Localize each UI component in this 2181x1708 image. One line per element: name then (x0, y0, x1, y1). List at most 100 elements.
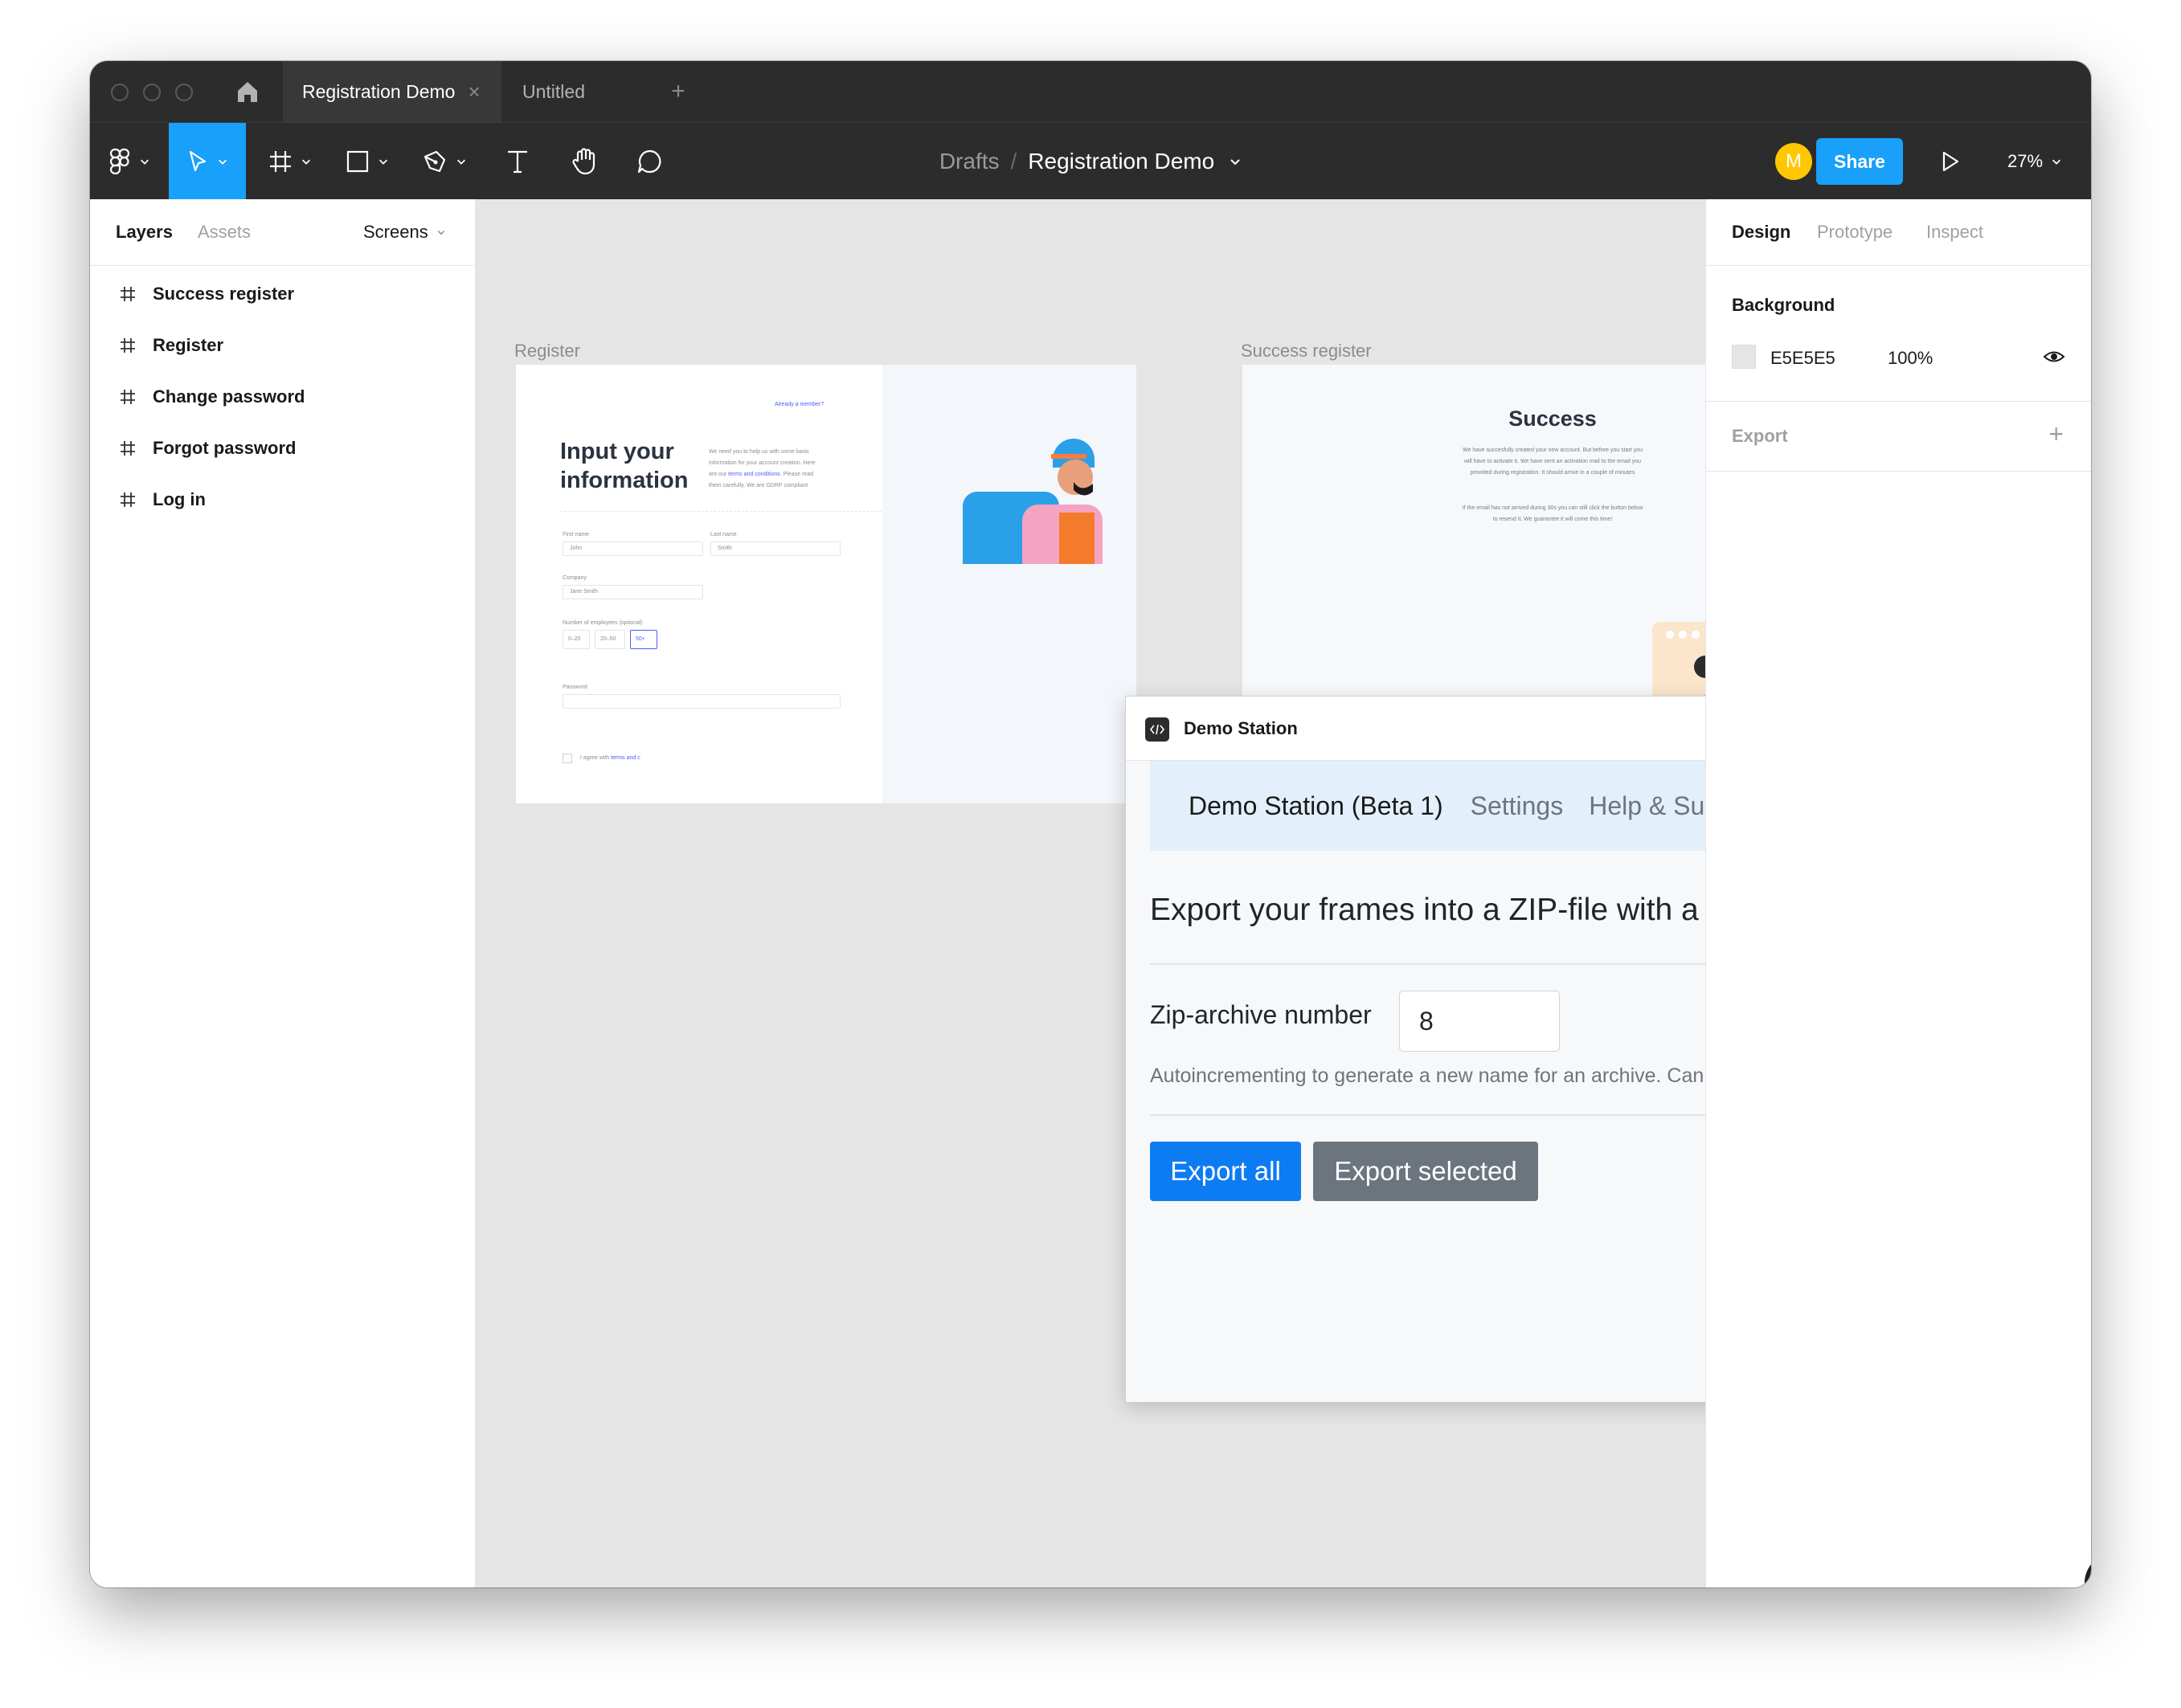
register-description: We need you to help us with some basic i… (709, 447, 816, 492)
employee-option: 0–20 (563, 630, 590, 649)
field-label: Password (563, 684, 587, 690)
frame-icon (270, 151, 291, 172)
layers-panel: Layers Assets Screens Success register R… (90, 199, 476, 1587)
layer-label: Forgot password (153, 438, 297, 458)
company-input: Jane Smith (563, 585, 703, 599)
add-export-button[interactable]: + (2048, 419, 2064, 449)
tab-prototype[interactable]: Prototype (1817, 222, 1893, 243)
tab-assets[interactable]: Assets (198, 222, 251, 243)
code-icon (1145, 717, 1169, 742)
rectangle-icon (346, 150, 369, 173)
zoom-dropdown[interactable]: 27% (1987, 123, 2083, 200)
present-button[interactable] (1922, 123, 1978, 200)
add-tab-button[interactable]: + (646, 61, 710, 122)
plugin-nav: Demo Station (Beta 1) Settings Help & Su… (1150, 761, 1705, 851)
window-minimize-control[interactable] (143, 84, 161, 101)
frame-label-register[interactable]: Register (514, 341, 580, 362)
employee-option: 20–50 (595, 630, 625, 649)
home-icon[interactable] (235, 79, 260, 104)
file-name[interactable]: Registration Demo (1028, 149, 1214, 174)
field-label: Number of employees (optional) (563, 620, 643, 626)
app-window: Registration Demo × Untitled + Drafts / … (90, 61, 2091, 1587)
tab-design[interactable]: Design (1732, 222, 1790, 243)
share-button[interactable]: Share (1816, 138, 1903, 185)
success-line: will have to activate it. We have sent a… (1463, 459, 1642, 464)
hand-tool-button[interactable] (553, 123, 617, 200)
chevron-down-icon (437, 230, 444, 235)
frame-label-success[interactable]: Success register (1241, 341, 1372, 362)
employee-option: 50+ (630, 630, 657, 649)
background-section: Background E5E5E5 100% (1706, 266, 2091, 402)
frame-tool-button[interactable] (254, 123, 326, 200)
layer-label: Log in (153, 489, 206, 509)
layer-forgot-password[interactable]: Forgot password (90, 423, 296, 474)
main-menu-button[interactable] (90, 123, 169, 200)
chevron-down-icon[interactable] (1229, 155, 1242, 168)
pages-dropdown-label: Screens (363, 222, 428, 242)
export-label: Export (1732, 426, 1788, 446)
desc-text: are our (709, 472, 727, 477)
export-section: Export + (1706, 402, 2091, 472)
shape-tool-button[interactable] (331, 123, 403, 200)
frame-icon (121, 441, 135, 456)
desc-line: them carefully. We are GDRP compliant (709, 483, 808, 488)
tab-untitled[interactable]: Untitled (501, 61, 646, 122)
layer-log-in[interactable]: Log in (90, 474, 206, 525)
properties-panel: Design Prototype Inspect Background E5E5… (1705, 199, 2091, 1587)
play-icon (1942, 151, 1959, 172)
optional-label: (optional) (619, 620, 643, 626)
tab-inspect[interactable]: Inspect (1926, 222, 1983, 243)
close-tab-icon[interactable]: × (468, 80, 480, 104)
layer-success-register[interactable]: Success register (90, 268, 294, 320)
employees-label: Number of employees (563, 620, 618, 626)
layer-change-password[interactable]: Change password (90, 371, 305, 423)
desc-line: are our terms and conditions. Please rea… (709, 469, 816, 480)
export-selected-button[interactable]: Export selected (1313, 1142, 1538, 1201)
comment-tool-button[interactable] (617, 123, 681, 200)
layer-register[interactable]: Register (90, 320, 223, 371)
chevron-down-icon (302, 159, 310, 165)
divider (560, 511, 882, 512)
zip-number-input[interactable]: 8 (1399, 991, 1560, 1052)
success-text: We have succesfully created your new acc… (1242, 445, 1705, 525)
nav-demo-station[interactable]: Demo Station (Beta 1) (1189, 791, 1443, 821)
breadcrumb-drafts[interactable]: Drafts (939, 149, 1000, 174)
export-all-button[interactable]: Export all (1150, 1142, 1301, 1201)
register-title-line1: Input your (560, 439, 674, 464)
pen-tool-button[interactable] (408, 123, 481, 200)
person-illustration (963, 439, 1103, 564)
move-tool-button[interactable] (169, 123, 246, 200)
share-button-wrap: Share (1816, 123, 1903, 200)
tab-layers[interactable]: Layers (116, 222, 173, 243)
register-frame[interactable]: Input your information Already a member?… (516, 365, 1136, 803)
password-input (563, 694, 841, 709)
register-title: Input your information (560, 437, 689, 495)
background-opacity[interactable]: 100% (1888, 348, 1933, 369)
chevron-down-icon (379, 159, 387, 165)
field-label: First name (563, 532, 590, 537)
tab-label: Untitled (522, 80, 585, 102)
toolbar: Drafts / Registration Demo M Share 27% (90, 122, 2091, 200)
background-swatch[interactable] (1732, 345, 1756, 369)
window-close-control[interactable] (111, 84, 129, 101)
frame-icon (121, 492, 135, 507)
window-zoom-control[interactable] (175, 84, 193, 101)
right-panel-tabs: Design Prototype Inspect (1706, 199, 2091, 266)
text-tool-button[interactable] (489, 123, 546, 200)
option-label: 20–50 (600, 636, 616, 642)
success-line: to resend it. We guarantee it will come … (1492, 517, 1613, 522)
eye-icon[interactable] (2043, 348, 2065, 366)
left-panel-tabs: Layers Assets Screens (90, 199, 475, 266)
field-label: Last name (710, 532, 737, 537)
background-hex[interactable]: E5E5E5 (1770, 348, 1835, 369)
pages-dropdown[interactable]: Screens (363, 222, 446, 243)
divider (1150, 1114, 1705, 1116)
frame-icon (121, 390, 135, 404)
comment-icon (637, 149, 661, 174)
canvas[interactable]: Register Success register Input your inf… (476, 199, 1705, 1587)
nav-help-support[interactable]: Help & Support (1589, 791, 1705, 821)
register-illustration-bg (882, 365, 1136, 803)
layer-label: Change password (153, 386, 305, 407)
tab-registration-demo[interactable]: Registration Demo × (283, 61, 501, 122)
nav-settings[interactable]: Settings (1471, 791, 1564, 821)
